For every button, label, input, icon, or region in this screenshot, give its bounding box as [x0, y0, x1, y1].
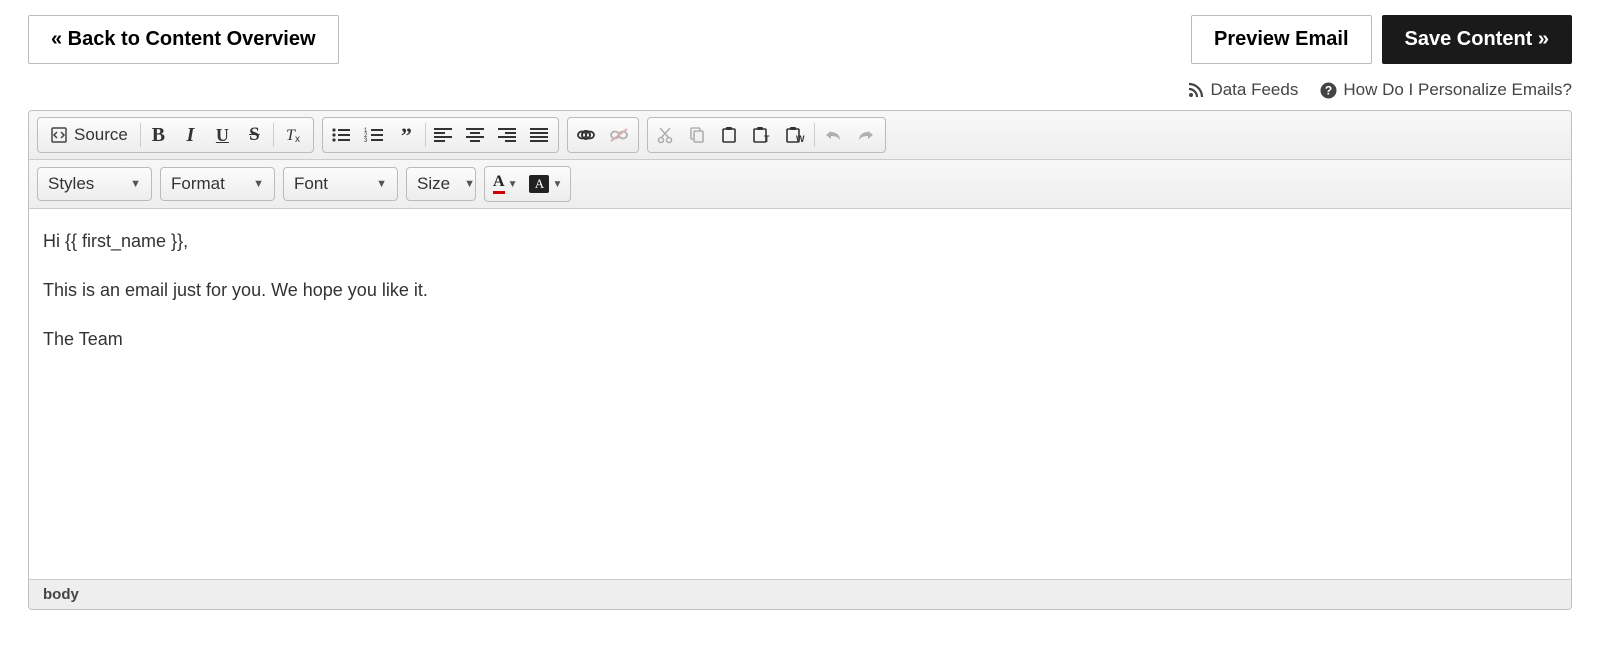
redo-icon	[856, 128, 876, 142]
svg-text:?: ?	[1325, 83, 1332, 97]
separator	[273, 123, 274, 147]
align-left-icon	[434, 128, 452, 142]
bullet-list-button[interactable]	[325, 120, 358, 150]
svg-text:3: 3	[364, 138, 368, 143]
source-button[interactable]: Source	[40, 120, 138, 150]
styles-label: Styles	[48, 174, 94, 194]
redo-button[interactable]	[850, 120, 883, 150]
elements-path[interactable]: body	[43, 586, 79, 603]
group-links	[567, 117, 639, 153]
editor-body[interactable]: Hi {{ first_name }}, This is an email ju…	[29, 209, 1571, 579]
format-label: Format	[171, 174, 225, 194]
bold-icon: B	[152, 124, 165, 147]
paste-word-button[interactable]: W	[779, 120, 812, 150]
italic-icon: I	[186, 124, 194, 147]
strike-icon: S	[249, 124, 260, 146]
back-button[interactable]: « Back to Content Overview	[28, 15, 339, 64]
data-feeds-label: Data Feeds	[1210, 80, 1298, 100]
align-left-button[interactable]	[428, 120, 460, 150]
bg-color-button[interactable]: A ▼	[523, 169, 568, 199]
underline-button[interactable]: U	[207, 120, 239, 150]
body-line-3: The Team	[43, 325, 1557, 354]
undo-button[interactable]	[817, 120, 850, 150]
font-dropdown[interactable]: Font ▼	[283, 167, 398, 201]
unlink-icon	[609, 127, 629, 143]
separator	[425, 123, 426, 147]
separator	[814, 123, 815, 147]
paste-icon	[720, 126, 738, 144]
strike-button[interactable]: S	[239, 120, 271, 150]
paste-text-button[interactable]: T	[746, 120, 779, 150]
editor-status-bar: body	[29, 579, 1571, 609]
font-label: Font	[294, 174, 328, 194]
toolbar-row-1: Source B I U S Tx	[29, 111, 1571, 160]
svg-text:W: W	[796, 134, 805, 144]
cut-button[interactable]	[650, 120, 682, 150]
separator	[140, 123, 141, 147]
size-label: Size	[417, 174, 450, 194]
paste-text-icon: T	[752, 126, 772, 144]
bold-button[interactable]: B	[143, 120, 175, 150]
rss-icon	[1188, 82, 1204, 98]
unlink-button[interactable]	[603, 120, 636, 150]
align-center-icon	[466, 128, 484, 142]
top-right-actions: Preview Email Save Content »	[1191, 15, 1572, 64]
format-dropdown[interactable]: Format ▼	[160, 167, 275, 201]
helper-links: Data Feeds ? How Do I Personalize Emails…	[28, 80, 1572, 100]
preview-email-button[interactable]: Preview Email	[1191, 15, 1372, 64]
chevron-down-icon: ▼	[552, 179, 562, 190]
bg-color-icon: A	[529, 175, 549, 193]
link-button[interactable]	[570, 120, 603, 150]
svg-text:T: T	[764, 134, 770, 144]
link-icon	[576, 128, 596, 142]
align-right-button[interactable]	[492, 120, 524, 150]
color-group: A ▼ A ▼	[484, 166, 571, 202]
copy-icon	[688, 126, 706, 144]
body-line-1: Hi {{ first_name }},	[43, 227, 1557, 256]
blockquote-button[interactable]: ”	[391, 120, 423, 150]
source-label: Source	[74, 125, 128, 145]
numbered-list-icon: 123	[364, 127, 384, 143]
copy-button[interactable]	[682, 120, 714, 150]
align-right-icon	[498, 128, 516, 142]
save-content-button[interactable]: Save Content »	[1382, 15, 1572, 64]
group-clipboard: T W	[647, 117, 886, 153]
paste-word-icon: W	[785, 126, 805, 144]
align-center-button[interactable]	[460, 120, 492, 150]
text-color-icon: A	[493, 174, 505, 194]
svg-text:x: x	[295, 134, 300, 144]
text-color-button[interactable]: A ▼	[487, 169, 523, 199]
remove-format-icon: Tx	[282, 126, 304, 144]
source-icon	[50, 126, 68, 144]
chevron-down-icon: ▼	[376, 178, 387, 190]
chevron-down-icon: ▼	[508, 179, 518, 190]
personalize-help-link[interactable]: ? How Do I Personalize Emails?	[1320, 80, 1572, 100]
question-circle-icon: ?	[1320, 82, 1337, 99]
align-justify-button[interactable]	[524, 120, 556, 150]
cut-icon	[656, 126, 674, 144]
chevron-down-icon: ▼	[464, 178, 475, 190]
paste-button[interactable]	[714, 120, 746, 150]
toolbar-row-2: Styles ▼ Format ▼ Font ▼ Size ▼ A ▼ A ▼	[29, 160, 1571, 209]
quote-icon: ”	[401, 130, 412, 141]
bullet-list-icon	[331, 127, 351, 143]
chevron-down-icon: ▼	[253, 178, 264, 190]
group-source-format: Source B I U S Tx	[37, 117, 314, 153]
data-feeds-link[interactable]: Data Feeds	[1188, 80, 1298, 100]
align-justify-icon	[530, 128, 548, 142]
undo-icon	[823, 128, 843, 142]
italic-button[interactable]: I	[175, 120, 207, 150]
styles-dropdown[interactable]: Styles ▼	[37, 167, 152, 201]
editor: Source B I U S Tx	[28, 110, 1572, 610]
numbered-list-button[interactable]: 123	[358, 120, 391, 150]
remove-format-button[interactable]: Tx	[276, 120, 311, 150]
body-line-2: This is an email just for you. We hope y…	[43, 276, 1557, 305]
chevron-down-icon: ▼	[130, 178, 141, 190]
personalize-help-label: How Do I Personalize Emails?	[1343, 80, 1572, 100]
size-dropdown[interactable]: Size ▼	[406, 167, 476, 201]
underline-icon: U	[216, 125, 229, 146]
group-lists-align: 123 ”	[322, 117, 559, 153]
